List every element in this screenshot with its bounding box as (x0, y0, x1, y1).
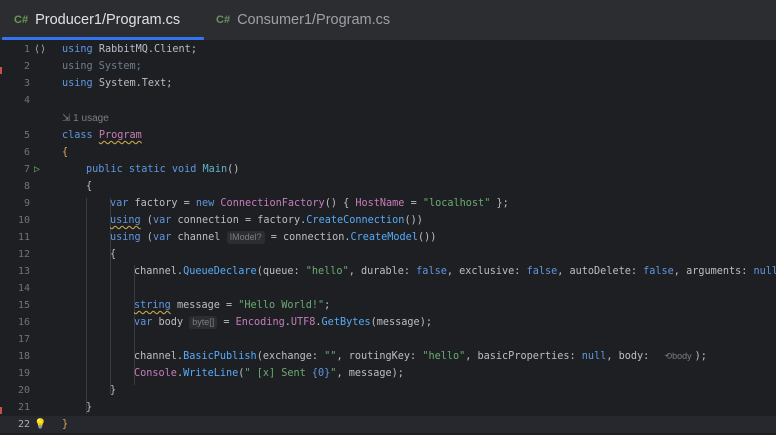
code-line: 6 { (0, 144, 776, 161)
run-icon[interactable]: ▷ (34, 161, 48, 178)
code-text: using RabbitMQ.Client; (62, 44, 197, 55)
code-line: 21 } (0, 399, 776, 416)
line-number: 16 (17, 317, 30, 328)
lightbulb-icon[interactable]: 💡 (34, 416, 48, 433)
line-number: 17 (17, 334, 30, 345)
csharp-file-icon: C# (14, 14, 29, 26)
line-number: 3 (23, 78, 30, 89)
code-text: using System.Text; (62, 78, 173, 89)
code-text: channel.BasicPublish(exchange: "", routi… (134, 351, 707, 362)
code-line: 10 using (var connection = factory.Creat… (0, 212, 776, 229)
code-text: string message = "Hello World!"; (134, 300, 331, 311)
code-line: 4 (0, 92, 776, 109)
code-text: using System; (62, 61, 142, 72)
code-text: using (var channel IModel? = connection.… (110, 231, 437, 244)
line-number: 9 (23, 198, 30, 209)
line-number: 12 (17, 249, 30, 260)
code-line: 18 channel.BasicPublish(exchange: "", ro… (0, 348, 776, 365)
code-text: channel.QueueDeclare(queue: "hello", dur… (134, 266, 776, 277)
type-hint: byte[] (189, 316, 218, 329)
fold-icon[interactable]: ⟨⟩ (34, 41, 48, 58)
code-line: 12 { (0, 246, 776, 263)
line-number: 18 (17, 351, 30, 362)
code-line: 7 ▷ public static void Main() (0, 161, 776, 178)
code-text: } (62, 419, 69, 430)
tab-consumer1-program[interactable]: C# Consumer1/Program.cs (216, 0, 390, 40)
usage-hint[interactable]: ⇲ 1 usage (0, 110, 776, 127)
code-line: 20 } (0, 382, 776, 399)
line-number: 10 (17, 215, 30, 226)
code-line: 2 using System; (0, 58, 776, 75)
code-text: Console.WriteLine(" [x] Sent {0}", messa… (134, 368, 404, 379)
code-line: 19 Console.WriteLine(" [x] Sent {0}", me… (0, 365, 776, 382)
type-hint: IModel? (226, 231, 265, 244)
csharp-file-icon: C# (216, 14, 231, 26)
line-number: 7 (23, 164, 30, 175)
code-line: 8 { (0, 178, 776, 195)
line-number: 22 (17, 419, 30, 430)
line-number: 4 (23, 95, 30, 106)
line-number: 8 (23, 181, 30, 192)
code-editor[interactable]: 1 ⟨⟩ using RabbitMQ.Client; 2 using Syst… (0, 41, 776, 435)
line-number: 20 (17, 385, 30, 396)
code-line: 3 using System.Text; (0, 75, 776, 92)
line-number: 11 (17, 232, 30, 243)
usage-arrow-icon: ⇲ (62, 113, 71, 124)
reference-hint: ⟲body (664, 351, 692, 361)
code-line: 14 (0, 280, 776, 297)
line-number: 15 (17, 300, 30, 311)
line-number: 6 (23, 147, 30, 158)
line-number: 21 (17, 402, 30, 413)
code-text: { (110, 249, 117, 260)
tab-producer1-program[interactable]: C# Producer1/Program.cs (14, 0, 180, 40)
code-text: { (86, 181, 93, 192)
code-line: 11 using (var channel IModel? = connecti… (0, 229, 776, 246)
code-text: { (62, 147, 69, 158)
tab-label: Producer1/Program.cs (35, 12, 181, 28)
code-line-current: 22 💡 } (0, 416, 776, 433)
code-line: 16 var body byte[] = Encoding.UTF8.GetBy… (0, 314, 776, 331)
code-text: var body byte[] = Encoding.UTF8.GetBytes… (134, 316, 432, 329)
editor-tab-bar: C# Producer1/Program.cs C# Consumer1/Pro… (0, 0, 776, 41)
code-text: using (var connection = factory.CreateCo… (110, 215, 423, 226)
code-text: public static void Main() (86, 164, 240, 175)
code-text: var factory = new ConnectionFactory() { … (110, 198, 509, 209)
code-line: 9 var factory = new ConnectionFactory() … (0, 195, 776, 212)
line-number: 19 (17, 368, 30, 379)
active-tab-indicator (2, 37, 204, 40)
code-text: } (86, 402, 93, 413)
code-line: 5 class Program (0, 127, 776, 144)
line-number: 2 (23, 61, 30, 72)
code-line: 1 ⟨⟩ using RabbitMQ.Client; (0, 41, 776, 58)
code-text: class Program (62, 130, 142, 141)
line-number: 5 (23, 130, 30, 141)
code-line: 15 string message = "Hello World!"; (0, 297, 776, 314)
code-text: } (110, 385, 117, 396)
line-number: 1 (23, 44, 30, 55)
code-line: 13 channel.QueueDeclare(queue: "hello", … (0, 263, 776, 280)
code-line: 17 (0, 331, 776, 348)
line-number: 13 (17, 266, 30, 277)
line-number: 14 (17, 283, 30, 294)
tab-label: Consumer1/Program.cs (237, 12, 391, 28)
